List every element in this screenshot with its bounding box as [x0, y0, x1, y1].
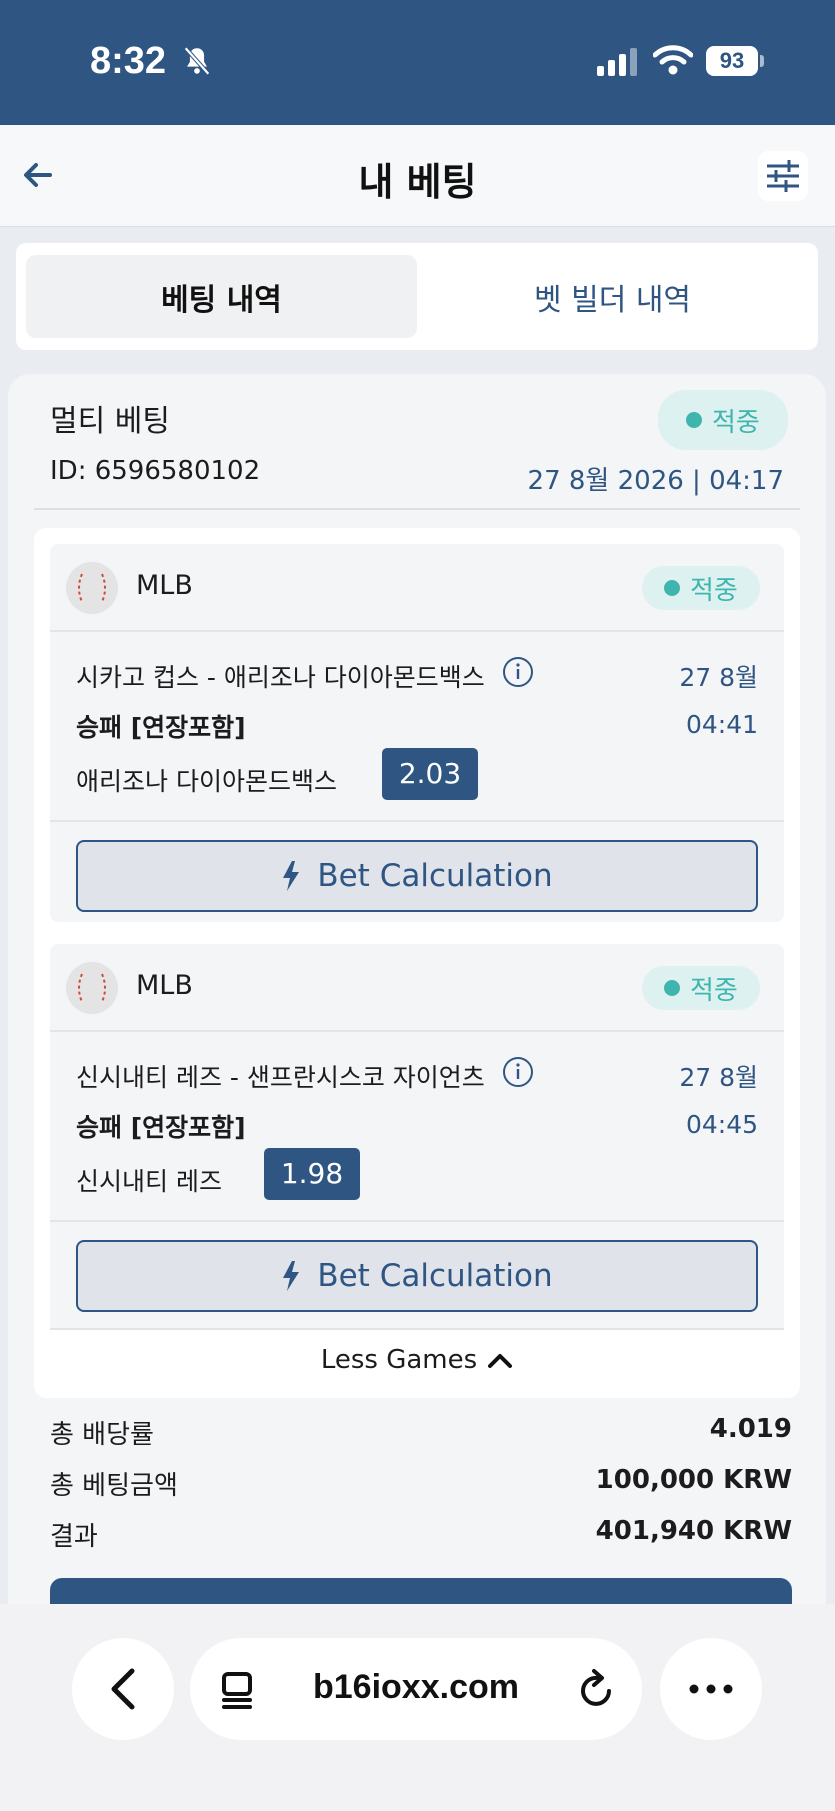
bet-id: ID: 6596580102 [50, 456, 261, 486]
match-name: 시카고 컵스 - 애리조나 다이아몬드백스 [76, 663, 485, 692]
bet-datetime: 27 8월 2026 | 04:17 [527, 466, 784, 496]
chevron-up-icon [488, 1354, 513, 1368]
game-date: 27 8월 [679, 1063, 758, 1092]
lightning-icon [283, 861, 300, 891]
selection-name: 애리조나 다이아몬드백스 [76, 767, 337, 796]
result-value: 401,940 KRW [595, 1516, 792, 1546]
match-name: 신시내티 레즈 - 샌프란시스코 자이언츠 [76, 1063, 485, 1092]
league-name: MLB [136, 970, 193, 1001]
baseball-icon [66, 562, 118, 614]
status-time: 8:32 [90, 40, 167, 82]
info-icon[interactable] [502, 656, 534, 688]
odds-badge: 1.98 [264, 1148, 360, 1200]
more-options-button[interactable] [660, 1638, 762, 1740]
bet-calculation-label: Bet Calculation [317, 1258, 553, 1294]
browser-toolbar: b16ioxx.com [0, 1604, 835, 1811]
bet-calculation-label: Bet Calculation [317, 858, 553, 894]
status-bar: 8:32 93 [0, 0, 835, 125]
game-status-badge: 적중 [642, 566, 760, 610]
history-tabs: 베팅 내역 벳 빌더 내역 [16, 243, 818, 350]
filter-button[interactable] [758, 151, 808, 201]
app-header: 내 베팅 [0, 125, 835, 227]
tab-bet-history[interactable]: 베팅 내역 [26, 255, 417, 338]
game-time: 04:41 [685, 710, 758, 739]
ellipsis-icon [689, 1684, 733, 1694]
battery-indicator: 93 [706, 46, 758, 76]
game-date: 27 8월 [679, 663, 758, 692]
url-text: b16ioxx.com [313, 1668, 519, 1706]
total-odds-value: 4.019 [709, 1414, 792, 1444]
league-name: MLB [136, 570, 193, 601]
summary-total-stake: 총 베팅금액 100,000 KRW [50, 1465, 792, 1502]
odds-badge: 2.03 [382, 748, 478, 800]
games-panel: MLB 적중 시카고 컵스 - 애리조나 다이아몬드백스 27 8월 승패 [연… [34, 528, 800, 1398]
selection-name: 신시내티 레즈 [76, 1167, 222, 1196]
game-item: MLB 적중 신시내티 레즈 - 샌프란시스코 자이언츠 27 8월 승패 [연… [50, 944, 784, 1328]
bell-slash-icon [184, 46, 210, 76]
status-dot-icon [664, 580, 680, 596]
result-label: 결과 [50, 1522, 98, 1552]
less-games-toggle[interactable]: Less Games [50, 1328, 784, 1390]
summary-result: 결과 401,940 KRW [50, 1516, 792, 1553]
lightning-icon [283, 1261, 300, 1291]
page-title: 내 베팅 [358, 160, 477, 204]
bet-card: 멀티 베팅 ID: 6596580102 적중 27 8월 2026 | 04:… [8, 374, 826, 1608]
signal-icon [597, 48, 637, 76]
game-status-label: 적중 [690, 575, 738, 606]
bet-calculation-button[interactable]: Bet Calculation [76, 840, 758, 912]
browser-back-button[interactable] [72, 1638, 174, 1740]
summary-total-odds: 총 배당률 4.019 [50, 1414, 792, 1451]
address-bar[interactable]: b16ioxx.com [190, 1638, 642, 1740]
bet-type: 멀티 베팅 [50, 404, 170, 439]
game-status-label: 적중 [690, 975, 738, 1006]
status-dot-icon [686, 412, 702, 428]
status-dot-icon [664, 980, 680, 996]
divider [34, 508, 800, 510]
info-icon[interactable] [502, 1056, 534, 1088]
baseball-icon [66, 962, 118, 1014]
total-odds-label: 총 배당률 [50, 1420, 154, 1450]
game-item: MLB 적중 시카고 컵스 - 애리조나 다이아몬드백스 27 8월 승패 [연… [50, 544, 784, 922]
game-status-badge: 적중 [642, 966, 760, 1010]
bet-status-label: 적중 [712, 407, 760, 438]
market-name: 승패 [연장포함] [76, 713, 246, 742]
chevron-left-icon [111, 1668, 135, 1710]
tab-bet-builder-history[interactable]: 벳 빌더 내역 [417, 255, 808, 338]
total-stake-value: 100,000 KRW [595, 1465, 792, 1495]
market-name: 승패 [연장포함] [76, 1113, 246, 1142]
bet-calculation-button[interactable]: Bet Calculation [76, 1240, 758, 1312]
game-header: MLB 적중 [50, 544, 784, 632]
less-games-label: Less Games [320, 1345, 478, 1375]
bet-status-badge: 적중 [658, 390, 788, 450]
game-header: MLB 적중 [50, 944, 784, 1032]
divider [50, 1220, 784, 1222]
total-stake-label: 총 베팅금액 [50, 1471, 178, 1501]
divider [50, 820, 784, 822]
battery-tip [760, 55, 764, 67]
game-time: 04:45 [685, 1110, 758, 1139]
sliders-icon [767, 160, 799, 192]
wifi-icon [653, 45, 693, 75]
reload-icon[interactable] [576, 1668, 616, 1710]
